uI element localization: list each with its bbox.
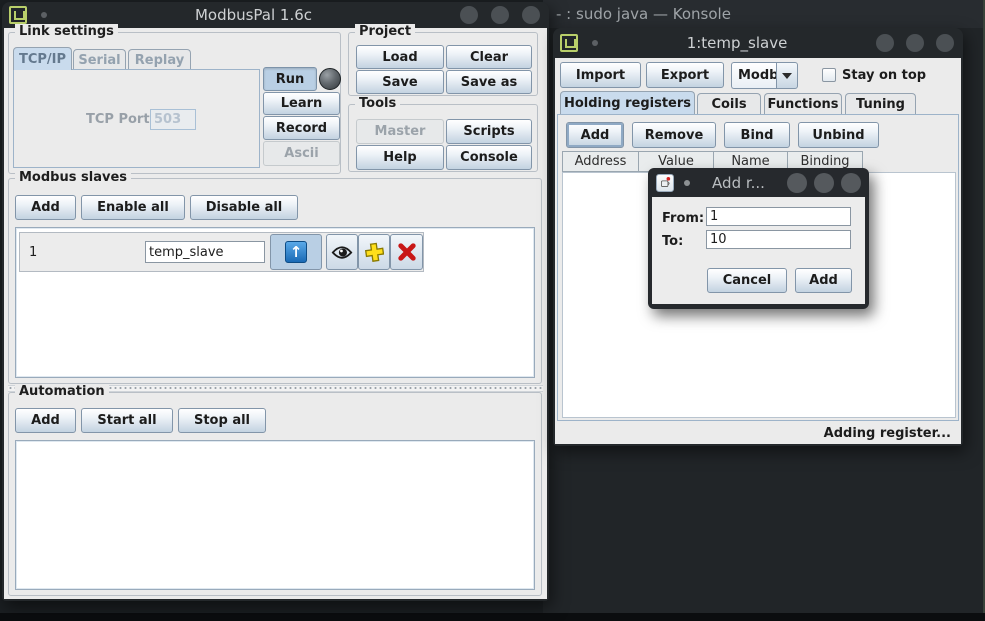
save-button[interactable]: Save [356, 70, 444, 94]
ascii-button[interactable]: Ascii [263, 141, 340, 166]
window-close-button[interactable] [522, 6, 540, 24]
slave-row[interactable]: 1 ↑ [19, 232, 424, 272]
eye-icon [331, 245, 353, 260]
slave-id: 1 [29, 245, 37, 260]
konsole-titlebar[interactable]: - : sudo java — Konsole [543, 0, 983, 28]
window-close-button[interactable] [936, 34, 954, 52]
start-all-button[interactable]: Start all [81, 408, 173, 433]
tab-holding-registers[interactable]: Holding registers [560, 91, 695, 114]
from-label: From: [662, 211, 704, 226]
modbus-slaves-title: Modbus slaves [15, 170, 131, 185]
scripts-button[interactable]: Scripts [446, 119, 532, 144]
window-maximize-button[interactable] [906, 34, 924, 52]
dialog-close-button[interactable] [841, 173, 861, 193]
console-button[interactable]: Console [446, 145, 532, 170]
slave-visibility-button[interactable] [326, 234, 358, 270]
window-app-icon [560, 34, 578, 52]
dialog-maximize-button[interactable] [814, 173, 834, 193]
run-led-indicator-icon [319, 68, 341, 90]
modbuspal-window: ModbusPal 1.6c Link settings TCP/IP Seri… [2, 2, 549, 601]
window-minimize-button[interactable] [876, 34, 894, 52]
desktop-bottom-edge [0, 613, 985, 621]
dialog-add-button[interactable]: Add [795, 268, 852, 293]
tools-group: Tools Master Scripts Help Console [348, 104, 538, 172]
window-app-icon [9, 6, 27, 24]
automation-list [15, 440, 535, 590]
window-maximize-button[interactable] [491, 6, 509, 24]
tcpip-tab-panel: TCP Port: [13, 69, 260, 168]
register-remove-button[interactable]: Remove [632, 122, 716, 148]
enable-all-button[interactable]: Enable all [81, 195, 185, 220]
konsole-title: - : sudo java — Konsole [556, 5, 731, 23]
automation-title: Automation [15, 384, 109, 399]
link-settings-title: Link settings [15, 24, 118, 39]
master-button[interactable]: Master [356, 119, 444, 144]
project-group: Project Load Clear Save Save as [348, 32, 538, 96]
load-button[interactable]: Load [356, 45, 444, 69]
tcp-port-input[interactable] [150, 109, 196, 130]
tab-serial[interactable]: Serial [73, 49, 126, 70]
slave-show-panel-button[interactable]: ↑ [270, 234, 322, 270]
tab-coils[interactable]: Coils [697, 93, 761, 114]
slave-delete-button[interactable] [390, 234, 423, 270]
temp-slave-titlebar[interactable]: 1:temp_slave [553, 28, 963, 58]
dialog-minimize-button[interactable] [787, 173, 807, 193]
clear-button[interactable]: Clear [446, 45, 532, 69]
from-input[interactable] [706, 207, 851, 226]
tcp-port-label: TCP Port: [86, 112, 155, 127]
modbuspal-body: Link settings TCP/IP Serial Replay TCP P… [4, 28, 547, 599]
add-registers-dialog: Add r... From: To: Cancel Add [648, 168, 869, 309]
protocol-combo[interactable]: Modbus [731, 62, 776, 89]
tools-title: Tools [355, 96, 400, 111]
automation-group: Automation Add Start all Stop all [8, 392, 542, 596]
run-button[interactable]: Run [263, 67, 317, 91]
project-title: Project [355, 24, 415, 39]
register-unbind-button[interactable]: Unbind [798, 122, 879, 148]
learn-button[interactable]: Learn [263, 92, 340, 115]
up-arrow-icon: ↑ [285, 241, 307, 263]
stay-on-top-label: Stay on top [842, 68, 926, 83]
tab-replay[interactable]: Replay [128, 49, 191, 70]
window-minimize-button[interactable] [460, 6, 478, 24]
plus-icon [364, 242, 384, 262]
slaves-add-button[interactable]: Add [15, 195, 76, 220]
status-text: Adding register... [555, 426, 951, 441]
tab-functions[interactable]: Functions [764, 93, 842, 114]
to-input[interactable] [706, 230, 851, 249]
save-as-button[interactable]: Save as [446, 70, 532, 94]
import-button[interactable]: Import [560, 62, 641, 88]
record-button[interactable]: Record [263, 116, 340, 140]
stay-on-top-checkbox[interactable] [822, 68, 836, 82]
link-settings-group: Link settings TCP/IP Serial Replay TCP P… [8, 32, 341, 174]
dialog-title: Add r... [690, 174, 787, 192]
stop-all-button[interactable]: Stop all [178, 408, 266, 433]
close-x-icon [397, 242, 417, 262]
disable-all-button[interactable]: Disable all [190, 195, 298, 220]
window-title: ModbusPal 1.6c [47, 6, 460, 24]
dialog-body: From: To: Cancel Add [652, 197, 865, 304]
tab-tcpip[interactable]: TCP/IP [13, 47, 72, 70]
combo-dropdown-arrow-icon[interactable] [776, 62, 798, 89]
to-label: To: [662, 234, 683, 249]
dialog-titlebar[interactable]: Add r... [648, 168, 869, 197]
slaves-list: 1 ↑ [15, 227, 535, 378]
temp-slave-title: 1:temp_slave [598, 34, 876, 52]
help-button[interactable]: Help [356, 145, 444, 170]
java-cup-icon [656, 174, 674, 192]
tab-tuning[interactable]: Tuning [845, 93, 916, 114]
header-address[interactable]: Address [562, 151, 639, 172]
export-button[interactable]: Export [646, 62, 724, 88]
automation-add-button[interactable]: Add [15, 408, 76, 433]
slave-name-input[interactable] [145, 241, 265, 263]
modbus-slaves-group: Modbus slaves Add Enable all Disable all… [8, 178, 542, 384]
dialog-cancel-button[interactable]: Cancel [707, 268, 787, 293]
slave-duplicate-button[interactable] [358, 234, 390, 270]
register-add-button[interactable]: Add [566, 122, 624, 148]
register-bind-button[interactable]: Bind [724, 122, 790, 148]
